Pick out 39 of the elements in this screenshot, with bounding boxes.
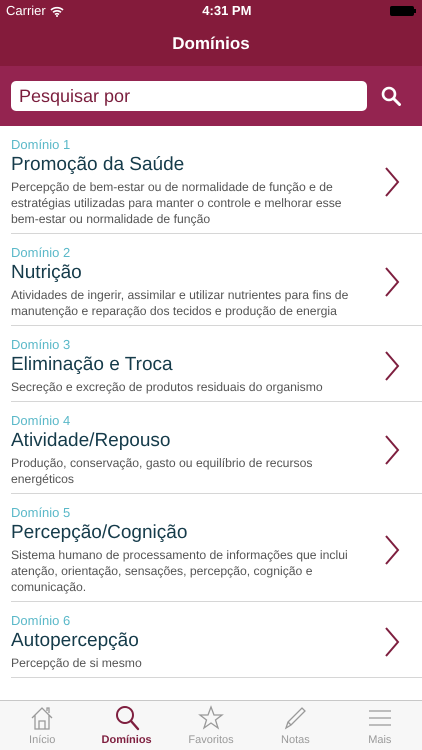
screen-title: Domínios — [172, 33, 250, 56]
domain-title: Autopercepção — [11, 629, 140, 653]
time-text: 4:31 PM — [202, 2, 252, 20]
chevron-icon — [384, 535, 400, 565]
domain-description: Atividades de ingerir, assimilar e utilizar nutrientes para fins de manutenção e reparação dos tecidos e produção de energia — [11, 287, 350, 319]
domain-title: Promoção da Saúde — [11, 153, 186, 177]
chevron-icon — [384, 167, 400, 197]
domain-list-item[interactable]: Domínio 6 Autopercepção Percepção de si mesmo — [11, 602, 422, 678]
chevron-icon — [384, 627, 400, 657]
domain-description: Secreção e excreção de produtos residuais do organismo — [11, 379, 324, 395]
domain-title: Atividade/Repouso — [11, 429, 172, 453]
chevron-icon — [384, 435, 400, 465]
domain-list-item[interactable]: Domínio 5 Percepção/Cognição Sistema humano de processamento de informações que inclui atenção, orientação, sensações, percepção, cognição e comunicação. — [11, 494, 422, 602]
domain-description: Produção, conservação, gasto ou equilíbrio de recursos energéticos — [11, 455, 314, 487]
tab-bar-item[interactable]: Domínios — [84, 701, 169, 750]
wifi-icon — [50, 6, 64, 16]
search-icon[interactable] — [381, 86, 401, 106]
domain-title: Percepção/Cognição — [11, 521, 188, 545]
domain-number: Domínio 3 — [11, 337, 72, 353]
domain-description: Sistema humano de processamento de informações que inclui atenção, orientação, sensações, percepção, cognição e comunicação. — [11, 547, 349, 595]
domain-number: Domínio 1 — [11, 137, 72, 153]
carrier-text: Carrier — [6, 2, 46, 20]
domain-number: Domínio 6 — [11, 613, 72, 629]
domain-number: Domínio 2 — [11, 245, 72, 261]
domain-number: Domínio 5 — [11, 505, 72, 521]
domain-list-item[interactable]: Domínio 2 Nutrição Atividades de ingerir, assimilar e utilizar nutrientes para fins de manutenção e reparação dos tecidos e produção de energia — [11, 234, 422, 326]
battery-icon — [390, 6, 416, 16]
domain-description: Percepção de si mesmo — [11, 655, 143, 671]
domain-description: Percepção de bem-estar ou de normalidade de função e de estratégias utilizadas para manter o controle e melhorar esse bem-estar ou normalidade de função — [11, 179, 343, 227]
search-field[interactable]: Pesquisar por — [11, 81, 367, 111]
domain-list-item[interactable]: Domínio 3 Eliminação e Troca Secreção e excreção de produtos residuais do organismo — [11, 326, 422, 402]
domain-list-item[interactable]: Domínio 1 Promoção da Saúde Percepção de bem-estar ou de normalidade de função e de estratégias utilizadas para manter o controle e melhorar esse bem-estar ou normalidade de função — [11, 126, 422, 234]
domain-title: Eliminação e Troca — [11, 353, 174, 377]
star-icon — [197, 704, 226, 732]
domain-number: Domínio 4 — [11, 413, 72, 429]
chevron-icon — [384, 351, 400, 381]
domain-list-item[interactable]: Domínio 4 Atividade/Repouso Produção, conservação, gasto ou equilíbrio de recursos energéticos — [11, 402, 422, 494]
chevron-icon — [384, 267, 400, 297]
domain-title: Nutrição — [11, 261, 83, 285]
